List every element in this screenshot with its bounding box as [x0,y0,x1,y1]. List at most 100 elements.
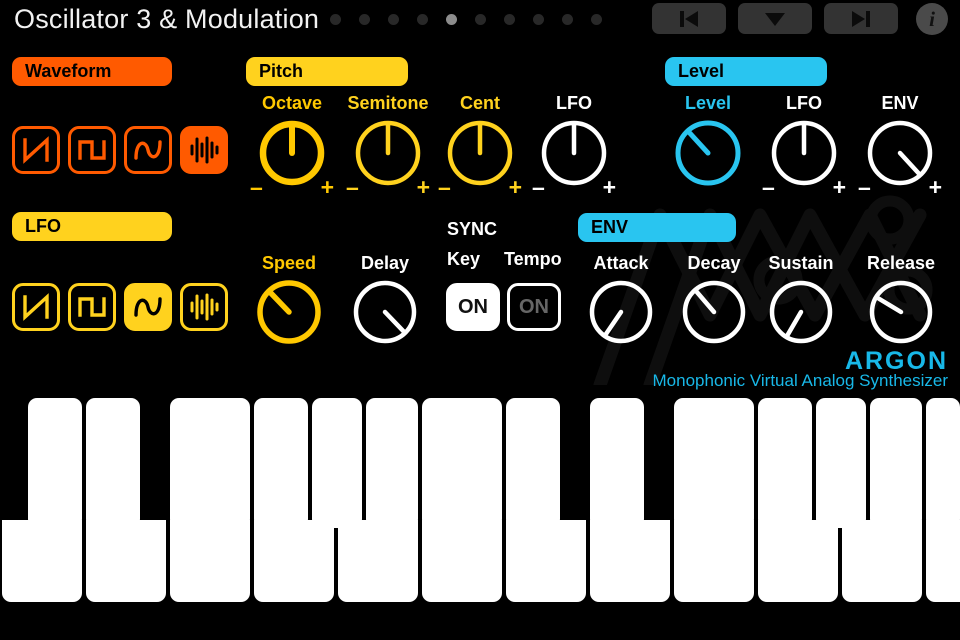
sync-tempo-button[interactable]: ON [507,283,561,331]
sine-wave-icon [134,297,162,317]
page-dot[interactable] [330,14,341,25]
white-key[interactable] [590,520,670,602]
page-dot[interactable] [417,14,428,25]
chevron-down-icon [765,12,785,26]
knob-env-sustain[interactable]: Sustain [766,253,836,347]
page-dot[interactable] [359,14,370,25]
page-dot[interactable] [562,14,573,25]
preset-list-button[interactable] [738,3,812,34]
white-key-stem[interactable] [366,398,418,528]
knob-env-decay[interactable]: Decay [679,253,749,347]
white-key[interactable] [86,520,166,602]
page-dot[interactable] [388,14,399,25]
sync-key-label: Key [447,249,481,269]
knob-label-level: Level [684,93,732,113]
section-title-env: ENV [591,217,629,237]
knob-range-semitone: – + [346,176,430,199]
knob-lfo-speed[interactable]: Speed [254,253,324,347]
waveform-square-button[interactable] [68,126,116,174]
page-dot[interactable] [504,14,515,25]
white-key-stem[interactable] [870,398,922,528]
knob-pitch-lfo[interactable]: LFO – + [532,93,616,199]
square-wave-icon [78,140,106,160]
knob-label-lfo-speed: Speed [261,253,317,273]
lfo-waveform-saw-button[interactable] [12,283,60,331]
knob-dial-lfo-speed [257,280,321,344]
knob-lfo-delay[interactable]: Delay [350,253,420,347]
white-key[interactable] [842,520,922,602]
plus-icon[interactable]: + [509,176,522,199]
knob-dial-level-lfo [771,120,837,186]
prev-page-button[interactable] [652,3,726,34]
page-dot[interactable] [475,14,486,25]
white-key-stem[interactable] [506,398,560,528]
waveform-button-row [12,126,228,174]
knob-level[interactable]: Level [672,93,744,189]
info-icon: i [929,6,935,31]
waveform-saw-button[interactable] [12,126,60,174]
plus-icon[interactable]: + [603,176,616,199]
white-key-stem[interactable] [674,398,754,528]
plus-icon[interactable]: + [929,176,942,199]
section-title-level: Level [678,61,725,81]
minus-icon[interactable]: – [532,176,545,199]
page-dot[interactable] [591,14,602,25]
white-key-stem[interactable] [170,398,250,528]
plus-icon[interactable]: + [417,176,430,199]
white-key-stem[interactable] [590,398,644,528]
knob-range-pitch-lfo: – + [532,176,616,199]
minus-icon[interactable]: – [438,176,451,199]
section-header-env: ENV [578,213,736,242]
white-key[interactable] [170,520,250,602]
white-key-stem[interactable] [758,398,812,528]
knob-env-attack[interactable]: Attack [586,253,656,347]
white-key[interactable] [338,520,418,602]
white-key[interactable] [674,520,754,602]
white-key[interactable] [254,520,334,602]
knob-level-env[interactable]: ENV – + [858,93,942,199]
white-key[interactable] [758,520,838,602]
white-key[interactable] [506,520,586,602]
lfo-waveform-noise-button[interactable] [180,283,228,331]
info-button[interactable]: i [916,3,948,35]
next-page-button[interactable] [824,3,898,34]
page-dot-active[interactable] [446,14,457,25]
lfo-waveform-square-button[interactable] [68,283,116,331]
knob-dial-env-sustain [769,280,833,344]
knob-octave[interactable]: Octave – + [250,93,334,199]
page-dot[interactable] [533,14,544,25]
minus-icon[interactable]: – [250,176,263,199]
white-key-stem[interactable] [254,398,308,528]
minus-icon[interactable]: – [762,176,775,199]
white-key-stem[interactable] [926,398,960,528]
lfo-waveform-sine-button[interactable] [124,283,172,331]
sync-key-value: ON [458,295,488,318]
knob-level-lfo[interactable]: LFO – + [762,93,846,199]
white-key-stem[interactable] [86,398,140,528]
knob-dial-env-decay [682,280,746,344]
minus-icon[interactable]: – [858,176,871,199]
white-key[interactable] [422,520,502,602]
white-key-stem[interactable] [312,398,362,528]
sync-key-button[interactable]: ON [446,283,500,331]
plus-icon[interactable]: + [321,176,334,199]
minus-icon[interactable]: – [346,176,359,199]
brand-tagline: Monophonic Virtual Analog Synthesizer [652,371,948,390]
white-key-stem[interactable] [816,398,866,528]
knob-env-release[interactable]: Release [866,253,936,347]
knob-dial-env-attack [589,280,653,344]
white-key[interactable] [2,520,82,602]
knob-semitone[interactable]: Semitone – + [346,93,430,199]
white-key[interactable] [926,520,960,602]
knob-cent[interactable]: Cent – + [438,93,522,199]
piano-keyboard[interactable] [0,390,960,640]
knob-dial-level [675,120,741,186]
white-key-stem[interactable] [422,398,502,528]
knob-label-lfo-delay: Delay [360,253,410,273]
plus-icon[interactable]: + [833,176,846,199]
sync-group-header: SYNC [447,219,498,239]
white-key-stem[interactable] [28,398,82,528]
waveform-sine-button[interactable] [124,126,172,174]
waveform-noise-button[interactable] [180,126,228,174]
section-header-pitch: Pitch [246,57,408,86]
